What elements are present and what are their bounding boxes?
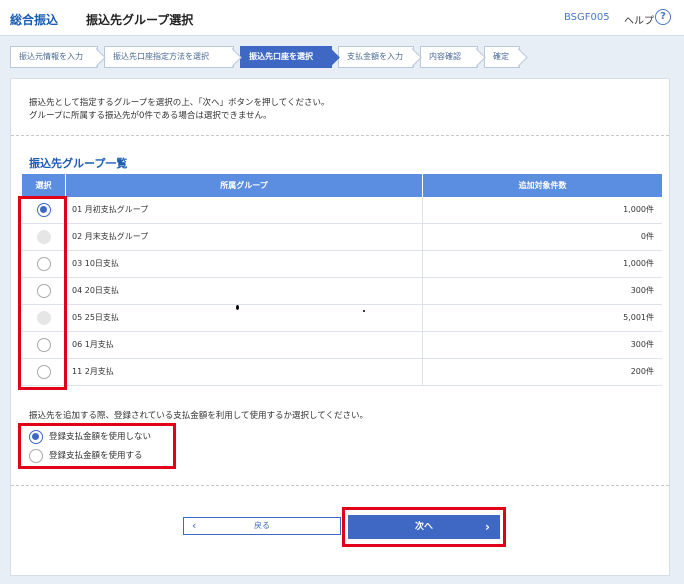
progress-steps: 振込元情報を入力 振込先口座指定方法を選択 振込先口座を選択 支払金額を入力 内… [10,46,530,68]
group-count: 5,001件 [623,313,654,322]
group-count: 1,000件 [623,205,654,214]
screen-id: BSGF005 [564,12,610,23]
header-count: 追加対象件数 [518,181,567,190]
app-header: 総合振込 振込先グループ選択 BSGF005 ヘルプ ? [0,0,684,36]
table-row: 05 25日支払 5,001件 [22,305,662,332]
group-name: 11 2月支払 [66,359,423,385]
highlight-box-options [18,423,176,469]
table-row[interactable]: 01 月初支払グループ 1,000件 [22,197,662,224]
step-5: 内容確認 [420,46,478,68]
table-row: 02 月末支払グループ 0件 [22,224,662,251]
header-group: 所属グループ [66,174,423,197]
group-name: 02 月末支払グループ [66,224,423,250]
step-6: 確定 [484,46,520,68]
instruction-line-1: 振込先として指定するグループを選択の上、「次へ」ボタンを押してください。 [29,98,330,108]
page-title: 振込先グループ選択 [86,13,194,27]
group-count: 200件 [630,367,654,376]
group-count: 1,000件 [623,259,654,268]
group-name: 01 月初支払グループ [66,197,423,223]
section-title: 振込先グループ一覧 [29,157,128,170]
divider [11,135,669,136]
highlight-box-radios [18,196,67,390]
option-question: 振込先を追加する際、登録されている支払金額を利用して使用するか選択してください。 [29,411,368,421]
table-row[interactable]: 04 20日支払 300件 [22,278,662,305]
highlight-box-next [342,507,506,547]
group-name: 06 1月支払 [66,332,423,358]
table-row[interactable]: 11 2月支払 200件 [22,359,662,386]
instruction-line-2: グループに所属する振込先が0件である場合は選択できません。 [29,111,272,121]
chevron-left-icon: ‹ [192,519,197,532]
help-link[interactable]: ヘルプ [624,12,654,27]
table-row[interactable]: 03 10日支払 1,000件 [22,251,662,278]
group-count: 300件 [630,340,654,349]
back-button[interactable]: ‹ 戻る [183,517,341,535]
group-name: 05 25日支払 [66,305,423,331]
speck [236,305,239,310]
help-icon[interactable]: ? [655,9,671,25]
group-name: 03 10日支払 [66,251,423,277]
group-name: 04 20日支払 [66,278,423,304]
table-header: 選択 所属グループ 追加対象件数 [22,174,662,197]
divider [11,485,669,486]
step-3: 振込先口座を選択 [240,46,332,68]
speck [363,310,365,312]
app-title: 総合振込 [10,13,59,27]
group-count: 0件 [640,232,654,241]
group-count: 300件 [630,286,654,295]
instructions: 振込先として指定するグループを選択の上、「次へ」ボタンを押してください。 グルー… [29,97,329,123]
step-4: 支払金額を入力 [338,46,414,68]
table-row[interactable]: 06 1月支払 300件 [22,332,662,359]
step-2: 振込先口座指定方法を選択 [104,46,234,68]
header-select: 選択 [22,174,66,197]
main-panel: 振込先として指定するグループを選択の上、「次へ」ボタンを押してください。 グルー… [10,78,670,576]
step-1: 振込元情報を入力 [10,46,98,68]
